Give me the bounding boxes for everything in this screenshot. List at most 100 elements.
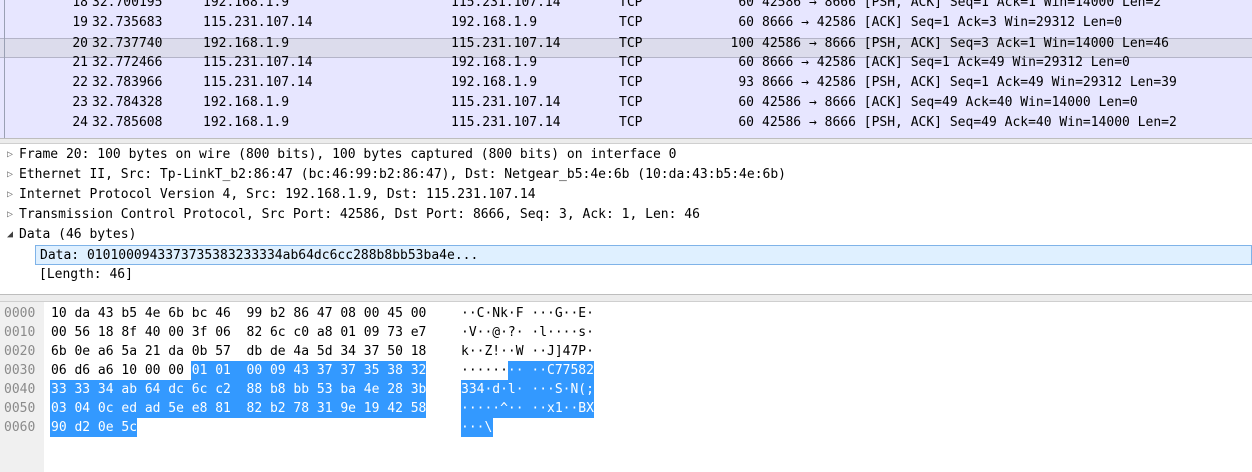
hex-byte[interactable]: ab — [120, 380, 145, 399]
hex-byte[interactable]: a6 — [97, 342, 114, 361]
hex-byte[interactable]: 00 — [167, 323, 184, 342]
hex-byte[interactable]: 21 — [144, 342, 161, 361]
pane-splitter-bottom[interactable] — [0, 294, 1252, 302]
hex-byte[interactable]: 0e — [73, 342, 90, 361]
packet-bytes[interactable]: 0000 10 da 43 b5 4e 6b bc 46 99 b2 86 47 08 00 45 00 · · C ·… — [0, 302, 1252, 472]
ascii-char[interactable]: 2 — [586, 361, 595, 380]
hex-byte[interactable]: 43 — [97, 304, 114, 323]
hex-byte[interactable]: 34 — [96, 380, 122, 399]
hex-byte[interactable]: 6b — [50, 342, 67, 361]
hex-byte[interactable]: 08 — [339, 304, 356, 323]
hex-byte[interactable]: 06 — [50, 361, 67, 380]
hex-byte[interactable]: 46 — [214, 304, 231, 323]
tree-row-frame[interactable]: ▷ Frame 20: 100 bytes on wire (800 bits)… — [0, 145, 1252, 165]
tree-row-ethernet[interactable]: ▷ Ethernet II, Src: Tp-LinkT_b2:86:47 (b… — [0, 165, 1252, 185]
hex-byte[interactable]: 0e — [96, 418, 122, 437]
hex-byte[interactable]: 8f — [120, 323, 137, 342]
hex-byte[interactable]: 37 — [315, 361, 341, 380]
hex-byte[interactable]: bc — [191, 304, 208, 323]
hex-byte[interactable]: 00 — [50, 323, 67, 342]
hex-byte[interactable]: 33 — [73, 380, 98, 399]
hex-byte[interactable]: 4e — [144, 304, 161, 323]
triangle-down-icon[interactable]: ◢ — [4, 225, 16, 245]
hex-byte[interactable]: 4a — [292, 342, 309, 361]
tree-row-data[interactable]: ◢ Data (46 bytes) — [0, 225, 1252, 245]
hex-byte[interactable]: 18 — [410, 342, 427, 361]
hex-byte[interactable]: 04 — [73, 399, 98, 418]
triangle-right-icon[interactable]: ▷ — [4, 165, 16, 185]
hex-byte[interactable]: c0 — [292, 323, 309, 342]
ascii-char[interactable]: · — [586, 323, 594, 342]
hex-byte[interactable]: b2 — [269, 304, 286, 323]
hex-byte[interactable]: e8 — [190, 399, 216, 418]
tree-row-tcp[interactable]: ▷ Transmission Control Protocol, Src Por… — [0, 205, 1252, 225]
hex-byte[interactable]: 19 — [362, 399, 388, 418]
hex-byte[interactable]: 37 — [339, 361, 364, 380]
hex-byte[interactable]: 43 — [292, 361, 317, 380]
hex-byte[interactable]: 82 — [246, 323, 263, 342]
hex-byte[interactable]: 00 — [363, 304, 380, 323]
hex-byte[interactable]: db — [246, 342, 263, 361]
hex-byte[interactable]: 5e — [167, 399, 192, 418]
hex-byte[interactable]: a6 — [97, 361, 114, 380]
hex-byte[interactable]: 00 — [167, 361, 191, 380]
hex-byte[interactable]: 01 — [339, 323, 356, 342]
hex-byte[interactable]: 99 — [246, 304, 263, 323]
ascii-char[interactable]: · — [516, 323, 524, 342]
hex-byte[interactable]: 81 — [214, 399, 247, 418]
hex-byte[interactable]: 00 — [245, 361, 270, 380]
ascii-char[interactable]: \ — [484, 418, 493, 437]
hex-byte[interactable]: 57 — [214, 342, 231, 361]
hex-byte[interactable]: e7 — [410, 323, 427, 342]
hex-byte[interactable]: 90 — [50, 418, 75, 437]
hex-byte[interactable]: ed — [120, 399, 145, 418]
ascii-char[interactable]: · — [586, 342, 594, 361]
hex-byte[interactable]: 10 — [50, 304, 67, 323]
hex-byte[interactable]: 50 — [386, 342, 403, 361]
hex-byte[interactable]: 88 — [245, 380, 270, 399]
packet-details[interactable]: ▷ Frame 20: 100 bytes on wire (800 bits)… — [0, 144, 1252, 294]
hex-byte[interactable]: de — [269, 342, 286, 361]
hex-byte[interactable]: 35 — [362, 361, 388, 380]
hex-byte[interactable]: 00 — [410, 304, 427, 323]
hex-byte[interactable]: dc — [167, 380, 192, 399]
hex-byte[interactable]: 56 — [73, 323, 90, 342]
hex-byte[interactable]: 03 — [50, 399, 75, 418]
hex-byte[interactable]: 38 — [386, 361, 411, 380]
hex-byte[interactable]: 37 — [363, 342, 380, 361]
hex-byte[interactable]: 5a — [120, 342, 137, 361]
hex-byte[interactable]: ba — [339, 380, 364, 399]
hex-byte[interactable]: 6b — [167, 304, 184, 323]
hex-byte[interactable]: 86 — [292, 304, 309, 323]
triangle-right-icon[interactable]: ▷ — [4, 185, 16, 205]
hex-byte[interactable]: 40 — [144, 323, 161, 342]
hex-byte[interactable]: 6c — [190, 380, 216, 399]
ascii-char[interactable]: F — [516, 304, 524, 323]
hex-byte[interactable]: 82 — [245, 399, 270, 418]
hex-byte[interactable]: 58 — [409, 399, 426, 418]
hex-byte[interactable]: 9e — [339, 399, 364, 418]
hex-byte[interactable]: d6 — [73, 361, 90, 380]
triangle-right-icon[interactable]: ▷ — [4, 205, 16, 225]
hex-byte[interactable]: 00 — [144, 361, 161, 380]
hex-byte[interactable]: b2 — [268, 399, 294, 418]
hex-byte[interactable]: 0b — [191, 342, 208, 361]
hex-byte[interactable]: 01 — [214, 361, 247, 380]
hex-byte[interactable]: 31 — [315, 399, 341, 418]
tree-row-ip[interactable]: ▷ Internet Protocol Version 4, Src: 192.… — [0, 185, 1252, 205]
hex-byte[interactable]: b5 — [120, 304, 137, 323]
hex-byte[interactable]: bb — [292, 380, 317, 399]
hex-byte[interactable]: d2 — [73, 418, 98, 437]
hex-byte[interactable]: 5c — [120, 418, 137, 437]
hex-byte[interactable]: 5d — [316, 342, 333, 361]
hex-byte[interactable]: 6c — [269, 323, 286, 342]
hex-byte[interactable]: b8 — [268, 380, 294, 399]
hex-byte[interactable]: 42 — [386, 399, 411, 418]
packet-list[interactable]: 18 32.700195 192.168.1.9 115.231.107.14 TCP 6… — [0, 0, 1252, 138]
hex-byte[interactable]: a8 — [316, 323, 333, 342]
hex-byte[interactable]: 73 — [386, 323, 403, 342]
hex-byte[interactable]: 09 — [363, 323, 380, 342]
hex-byte[interactable]: da — [73, 304, 90, 323]
ascii-char[interactable]: · — [515, 399, 532, 418]
hex-byte[interactable]: 01 — [190, 361, 216, 380]
